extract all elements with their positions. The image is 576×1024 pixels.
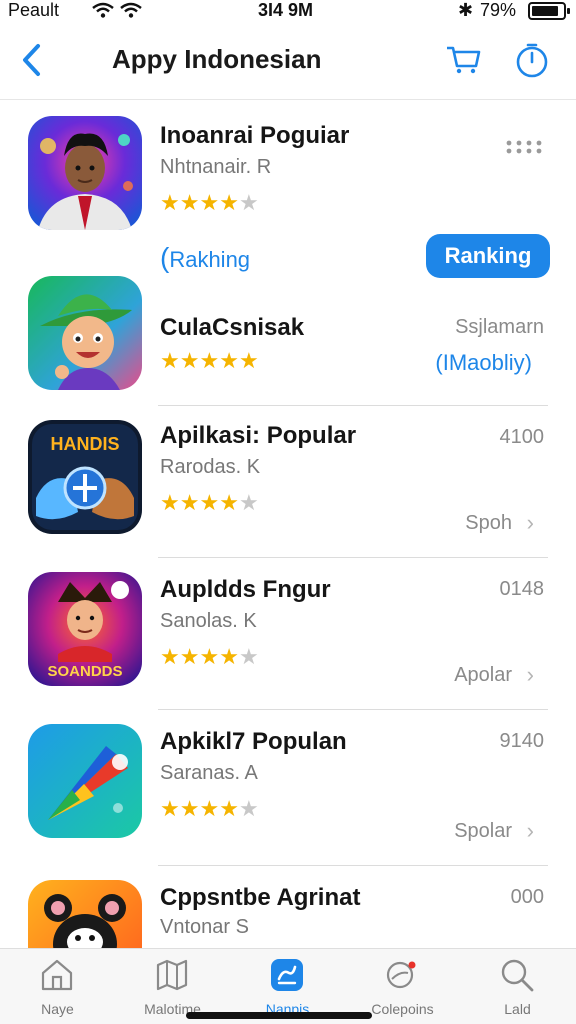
star-rating: ★★★★★ [160, 490, 259, 516]
cart-icon[interactable] [444, 42, 482, 76]
app-icon-4: SOANDDS [28, 572, 142, 686]
tab-search[interactable]: Lald [460, 949, 575, 1024]
app-name[interactable]: Apkikl7 Populan [160, 728, 347, 756]
star-filled-icon: ★ [219, 490, 239, 515]
star-filled-icon: ★ [160, 490, 180, 515]
star-filled-icon: ★ [238, 348, 259, 373]
nav-bar: Appy Indonesian [0, 28, 576, 100]
star-empty-icon: ★ [238, 796, 259, 821]
app-list: Inoanrai Poguiar Nhtnanair. R ★★★★★ (Rak… [0, 102, 576, 948]
icon-text: SOANDDS [47, 663, 122, 680]
star-filled-icon: ★ [160, 348, 180, 373]
wifi-icon [92, 2, 114, 18]
star-filled-icon: ★ [219, 796, 239, 821]
status-bar: Peault 3I4 9M ✱ 79% [0, 0, 576, 28]
star-filled-icon: ★ [199, 644, 220, 669]
star-filled-icon: ★ [179, 796, 200, 821]
apps-icon [271, 959, 303, 991]
app-icon-1 [28, 116, 142, 230]
app-name[interactable]: CulaCsnisak [160, 314, 304, 342]
app-name[interactable]: Inoanrai Poguiar [160, 122, 349, 150]
tab-label: Naye [41, 1001, 74, 1017]
list-item[interactable]: CulaCsnisak ★★★★★ Ssjlamarn (IMaobliy) [0, 270, 576, 406]
list-item[interactable]: Cppsntbe Agrinat Vntonar S 000 [0, 866, 576, 948]
battery-icon [528, 2, 570, 20]
battery-percent: 79% [480, 0, 517, 20]
list-item[interactable]: Inoanrai Poguiar Nhtnanair. R ★★★★★ (Rak… [0, 102, 576, 278]
star-empty-icon: ★ [238, 644, 259, 669]
chevron-right-icon[interactable]: › [527, 510, 534, 536]
star-empty-icon: ★ [238, 490, 259, 515]
star-filled-icon: ★ [179, 644, 200, 669]
map-icon [156, 959, 188, 991]
wifi-icon [120, 2, 142, 18]
star-filled-icon: ★ [160, 796, 180, 821]
tab-home[interactable]: Naye [0, 949, 115, 1024]
app-icon-6 [28, 880, 142, 948]
star-rating: ★★★★★ [160, 190, 259, 216]
list-item[interactable]: SOANDDS Aupldds Fngur Sanolas. K ★★★★★ 0… [0, 558, 576, 710]
star-empty-icon: ★ [238, 190, 259, 215]
timer-icon[interactable] [512, 40, 552, 80]
star-filled-icon: ★ [199, 348, 220, 373]
app-action[interactable]: Apolar [454, 664, 512, 687]
star-filled-icon: ★ [160, 644, 180, 669]
star-filled-icon: ★ [179, 190, 200, 215]
app-icon-5 [28, 724, 142, 838]
star-filled-icon: ★ [199, 490, 220, 515]
list-item[interactable]: HANDIS Apilkasi: Popular Rarodas. K ★★★★… [0, 406, 576, 558]
app-name[interactable]: Cppsntbe Agrinat [160, 884, 360, 912]
star-filled-icon: ★ [179, 490, 200, 515]
icon-text: HANDIS [50, 434, 119, 454]
chevron-right-icon[interactable]: › [527, 662, 534, 688]
search-globe-icon [386, 961, 416, 989]
star-filled-icon: ★ [199, 190, 220, 215]
tab-label: Lald [504, 1001, 531, 1017]
carrier-label: Peault [8, 0, 60, 20]
chevron-right-icon[interactable]: › [527, 818, 534, 844]
more-dots-icon[interactable] [506, 140, 542, 154]
chevron-left-icon[interactable] [18, 42, 46, 78]
app-meta: Ssjlamarn [455, 316, 544, 338]
app-developer: Vntonar S [160, 916, 249, 938]
home-indicator[interactable] [186, 1012, 372, 1019]
star-rating: ★★★★★ [160, 796, 259, 822]
app-name[interactable]: Apilkasi: Popular [160, 422, 356, 450]
search-icon [501, 959, 534, 992]
star-filled-icon: ★ [179, 348, 200, 373]
star-rating: ★★★★★ [160, 644, 259, 670]
app-action[interactable]: Spoh [465, 512, 512, 535]
app-name[interactable]: Aupldds Fngur [160, 576, 331, 604]
app-developer: Nhtnanair. R [160, 156, 272, 178]
app-meta: 0148 [499, 578, 545, 600]
app-meta: 9140 [499, 730, 545, 752]
app-developer: Sanolas. K [160, 610, 257, 632]
star-rating: ★★★★★ [160, 348, 259, 374]
app-icon-2 [28, 276, 142, 390]
home-icon [41, 959, 73, 991]
app-meta: 4100 [499, 426, 545, 448]
star-filled-icon: ★ [219, 190, 239, 215]
app-action[interactable]: Spolar [454, 820, 512, 843]
star-filled-icon: ★ [199, 796, 220, 821]
list-item[interactable]: Apkikl7 Populan Saranas. A ★★★★★ 9140 Sp… [0, 710, 576, 866]
app-store-screen: Peault 3I4 9M ✱ 79% Appy Indonesian Inoa… [0, 0, 576, 1024]
app-action-link[interactable]: (IMaobliy) [435, 350, 532, 376]
app-icon-3: HANDIS [28, 420, 142, 534]
star-filled-icon: ★ [160, 190, 180, 215]
clock: 3I4 9M [258, 0, 314, 20]
star-filled-icon: ★ [219, 644, 239, 669]
bluetooth-icon: ✱ [458, 0, 474, 20]
star-filled-icon: ★ [219, 348, 239, 373]
app-developer: Saranas. A [160, 762, 258, 784]
page-title: Appy Indonesian [112, 44, 322, 74]
app-developer: Rarodas. K [160, 456, 261, 478]
app-meta: 000 [510, 886, 544, 908]
